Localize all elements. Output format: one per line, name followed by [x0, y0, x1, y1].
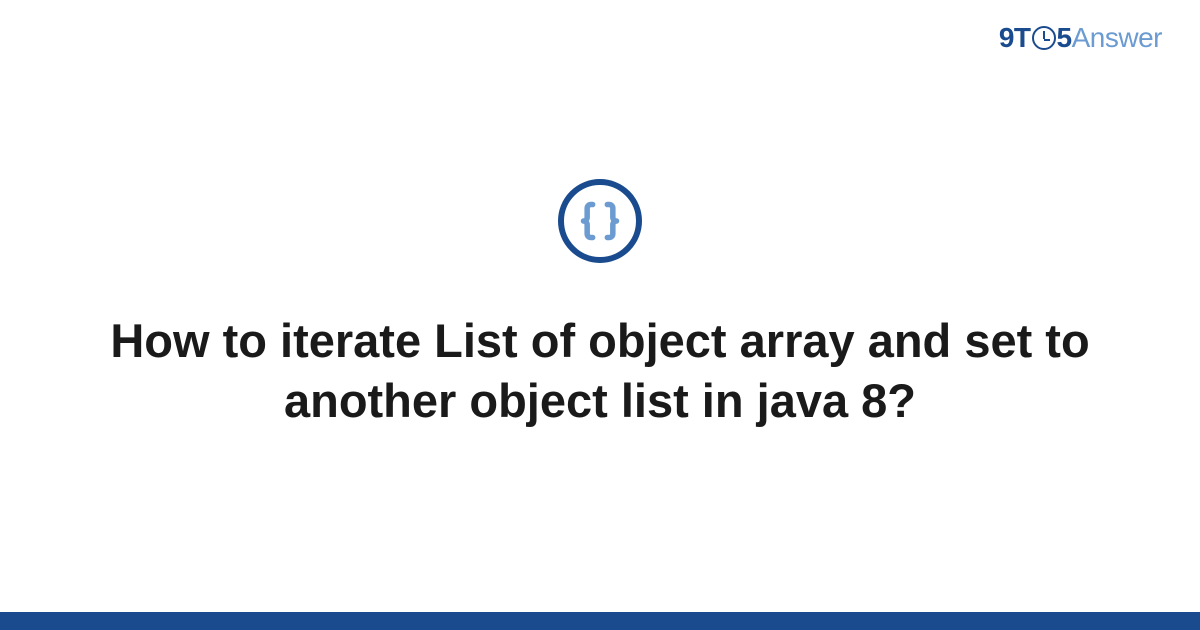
footer-accent-bar	[0, 612, 1200, 630]
braces-icon	[558, 179, 642, 263]
main-content: How to iterate List of object array and …	[0, 0, 1200, 630]
question-title: How to iterate List of object array and …	[110, 311, 1090, 431]
